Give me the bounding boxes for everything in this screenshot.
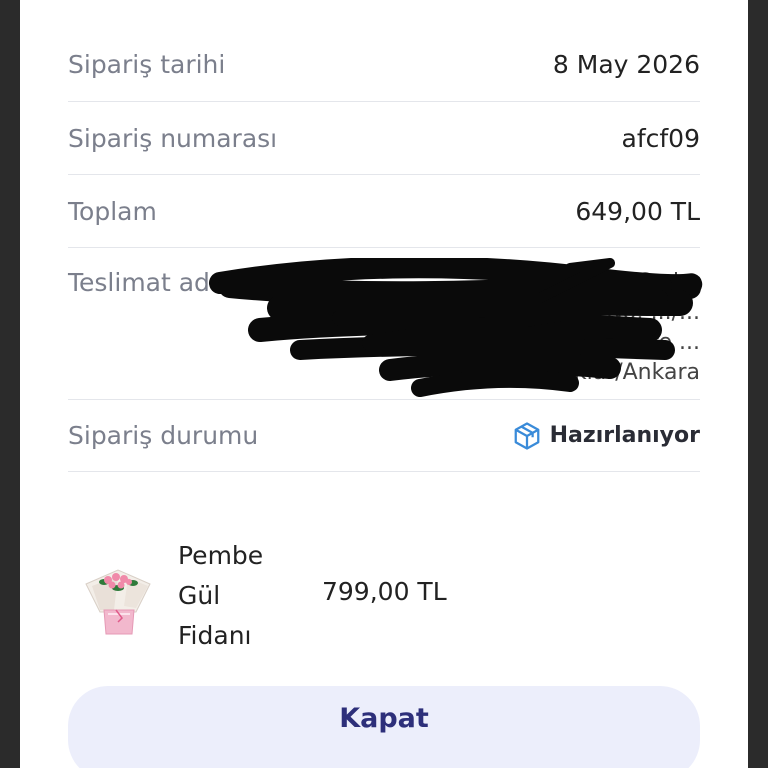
address-redaction-scribble <box>209 258 703 397</box>
close-button[interactable]: Kapat <box>68 686 700 768</box>
order-status-row: Sipariş durumu Hazırlanıyor <box>68 400 700 472</box>
sheet-title-fragment <box>200 0 400 6</box>
order-total-label: Toplam <box>68 196 157 226</box>
order-status-value: Hazırlanıyor <box>512 421 700 451</box>
product-name-line: Fidanı <box>178 621 252 650</box>
order-date-value: 8 May 2026 <box>552 50 700 79</box>
product-price: 799,00 TL <box>322 577 447 606</box>
order-status-label: Sipariş durumu <box>68 421 259 450</box>
order-details-sheet: Sipariş tarihi 8 May 2026 Sipariş numara… <box>20 0 748 768</box>
order-total-value: 649,00 TL <box>575 196 700 226</box>
order-date-label: Sipariş tarihi <box>68 50 226 79</box>
product-item[interactable]: Pembe Gül Fidanı 799,00 TL <box>68 530 700 660</box>
order-status-text: Hazırlanıyor <box>549 423 700 448</box>
delivery-address-value: Mah... Cad... No: .../... ... Daire ... … <box>209 258 703 398</box>
product-name-line: Gül <box>178 581 221 610</box>
package-box-icon <box>514 421 540 450</box>
order-number-label: Sipariş numarası <box>68 123 278 153</box>
order-total-row: Toplam 649,00 TL <box>68 175 700 248</box>
order-number-value: afcf09 <box>621 123 700 153</box>
order-date-row: Sipariş tarihi 8 May 2026 <box>68 28 700 102</box>
product-name-line: Pembe <box>178 541 264 570</box>
delivery-address-row: Teslimat adresi Mah... Cad... No: .../..… <box>68 248 703 400</box>
product-name: Pembe Gül Fidanı <box>178 536 298 656</box>
order-number-row: Sipariş numarası afcf09 <box>68 102 700 175</box>
product-thumbnail <box>85 569 151 635</box>
